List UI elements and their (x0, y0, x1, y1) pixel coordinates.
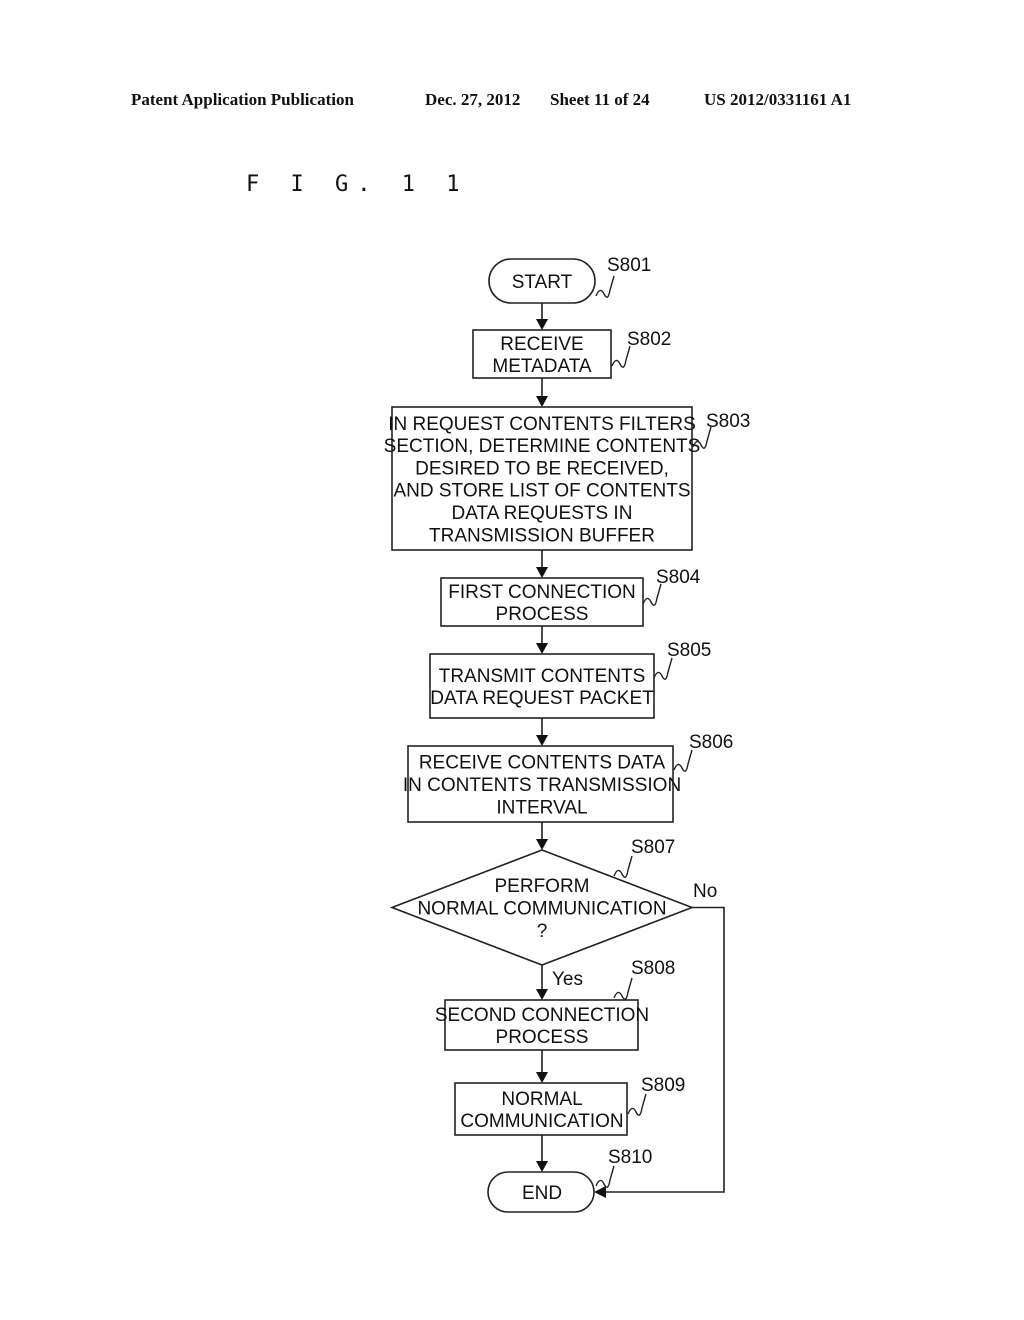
leader-squiggle-icon (627, 1093, 647, 1116)
step-s809: NORMALCOMMUNICATION S809 (454, 1075, 685, 1136)
leader-squiggle-icon (595, 1165, 615, 1188)
step-s806: RECEIVE CONTENTS DATAIN CONTENTS TRANSMI… (403, 732, 733, 823)
step-text-line: INTERVAL (496, 797, 587, 818)
step-text-line: END (522, 1183, 562, 1204)
step-text-line: START (512, 272, 573, 293)
arrow-head-icon (536, 839, 548, 850)
step-text-line: DATA REQUEST PACKET (430, 688, 654, 709)
leader-squiggle-icon (595, 275, 615, 298)
no-branch-label: No (693, 881, 717, 902)
step-text-line: PROCESS (496, 1027, 589, 1048)
step-text-line: AND STORE LIST OF CONTENTS (393, 481, 690, 502)
step-text-line: TRANSMISSION BUFFER (429, 525, 655, 546)
leader-squiggle-icon (613, 855, 633, 878)
step-text-line: IN REQUEST CONTENTS FILTERS (388, 414, 696, 435)
step-s803: IN REQUEST CONTENTS FILTERSSECTION, DETE… (384, 406, 750, 551)
step-text-line: PROCESS (496, 604, 589, 625)
step-text-line: RECEIVE CONTENTS DATA (419, 753, 666, 774)
step-text-line: DATA REQUESTS IN (452, 503, 633, 524)
step-id-label: S806 (689, 732, 733, 753)
step-text-line: DESIRED TO BE RECEIVED, (415, 458, 669, 479)
step-s801: START S801 (488, 255, 651, 304)
step-id-label: S808 (631, 958, 675, 979)
step-id-label: S809 (641, 1075, 685, 1096)
step-id-label: S810 (608, 1147, 652, 1168)
step-text-line: COMMUNICATION (460, 1111, 623, 1132)
step-text-line: SECOND CONNECTION (435, 1005, 649, 1026)
arrow-head-icon (536, 319, 548, 330)
yes-branch-label: Yes (552, 969, 583, 990)
step-s802: RECEIVEMETADATA S802 (472, 329, 671, 379)
leader-squiggle-icon (653, 657, 673, 680)
step-s810: END S810 (487, 1147, 652, 1213)
arrow-head-icon (536, 567, 548, 578)
arrow-head-icon (536, 1072, 548, 1083)
step-text-line: IN CONTENTS TRANSMISSION (403, 775, 681, 796)
flowchart: No Yes START S801 RECEIVEMETADATA S802 IN REQU… (384, 255, 750, 1213)
step-text-line: NORMAL (501, 1089, 582, 1110)
step-text-line: SECTION, DETERMINE CONTENTS (384, 436, 701, 457)
step-text-line: RECEIVE (500, 334, 583, 355)
leader-squiggle-icon (613, 977, 633, 1000)
arrow-head-icon (536, 735, 548, 746)
step-s805: TRANSMIT CONTENTSDATA REQUEST PACKET S805 (429, 640, 711, 719)
arrow-head-icon (536, 643, 548, 654)
step-id-label: S804 (656, 567, 701, 588)
step-id-label: S802 (627, 329, 671, 350)
arrow-head-icon (594, 1186, 606, 1198)
step-s804: FIRST CONNECTIONPROCESS S804 (440, 567, 701, 627)
leader-squiggle-icon (673, 749, 693, 772)
step-id-label: S801 (607, 255, 651, 276)
arrow-head-icon (536, 1161, 548, 1172)
step-text-line: METADATA (492, 356, 592, 377)
step-text-line: PERFORM (495, 876, 590, 897)
step-text-line: TRANSMIT CONTENTS (439, 666, 646, 687)
arrow-head-icon (536, 396, 548, 407)
arrow-head-icon (536, 989, 548, 1000)
step-id-label: S803 (706, 411, 750, 432)
step-text-line: FIRST CONNECTION (448, 582, 636, 603)
step-id-label: S805 (667, 640, 711, 661)
step-text-line: NORMAL COMMUNICATION (417, 899, 666, 920)
step-id-label: S807 (631, 837, 675, 858)
step-s807: PERFORMNORMAL COMMUNICATION? S807 (389, 837, 695, 966)
step-text-line: ? (537, 921, 548, 942)
